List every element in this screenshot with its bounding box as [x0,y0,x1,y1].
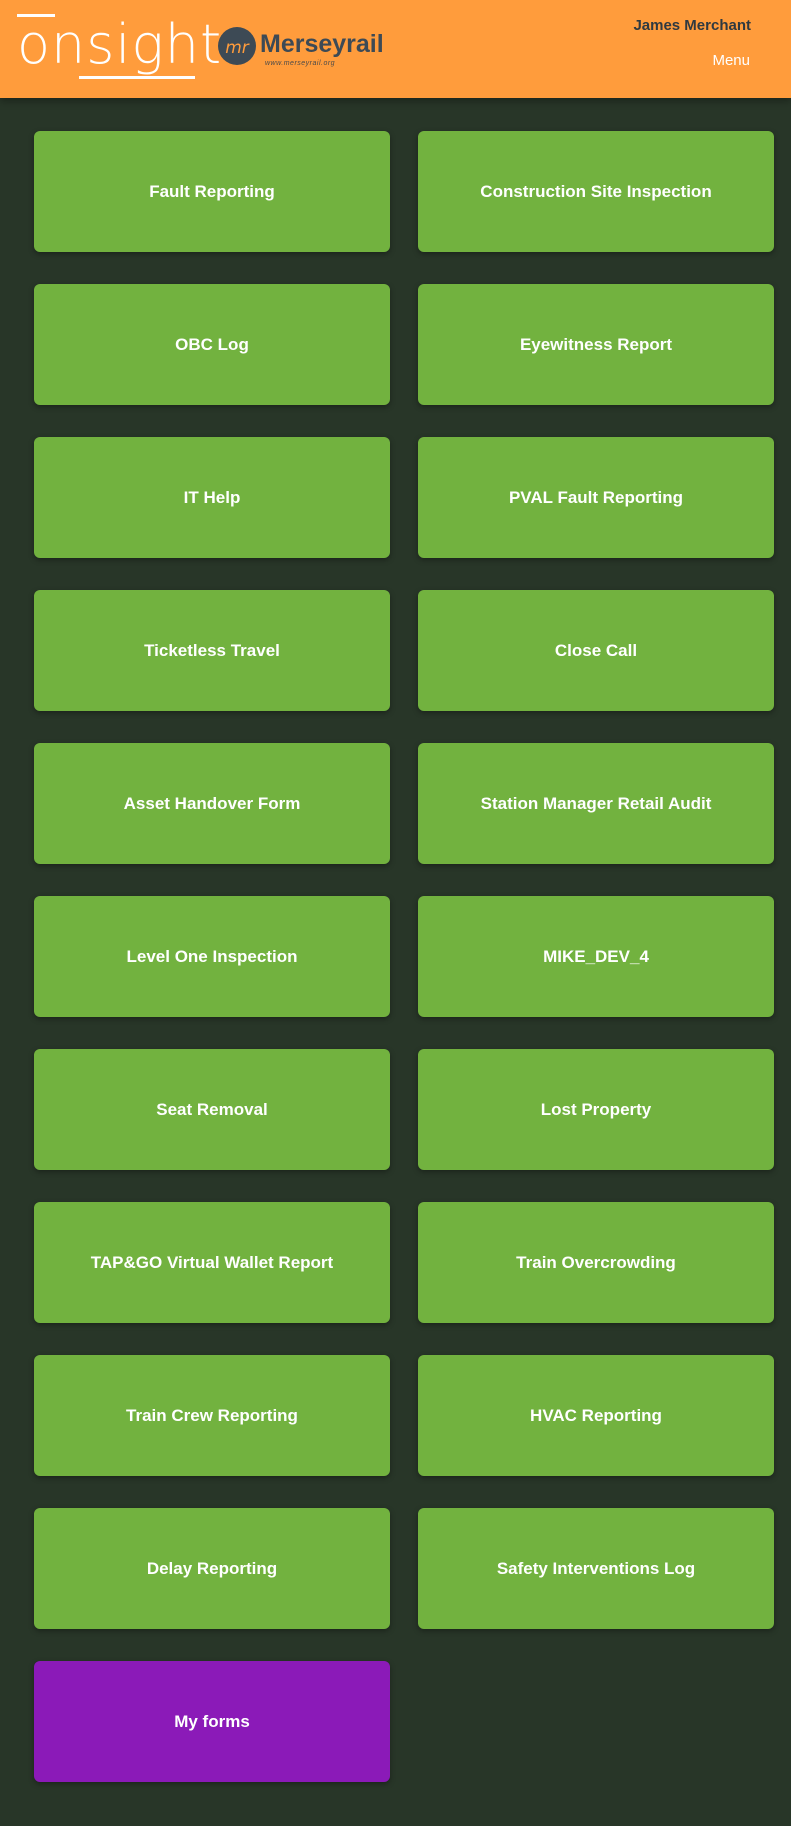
tile-close-call[interactable]: Close Call [418,590,774,711]
onsight-logo[interactable]: onsight [17,14,221,80]
merseyrail-logo-text: Merseyrail [260,30,384,58]
tile-safety-interventions-log[interactable]: Safety Interventions Log [418,1508,774,1629]
tile-station-manager-retail-audit[interactable]: Station Manager Retail Audit [418,743,774,864]
merseyrail-swirl-icon: mr [225,38,250,58]
tile-lost-property[interactable]: Lost Property [418,1049,774,1170]
tile-obc-log[interactable]: OBC Log [34,284,390,405]
tile-fault-reporting[interactable]: Fault Reporting [34,131,390,252]
tile-asset-handover-form[interactable]: Asset Handover Form [34,743,390,864]
logo-bar-bottom [79,76,195,79]
tile-it-help[interactable]: IT Help [34,437,390,558]
tile-delay-reporting[interactable]: Delay Reporting [34,1508,390,1629]
tile-train-overcrowding[interactable]: Train Overcrowding [418,1202,774,1323]
onsight-logo-text: onsight [17,13,223,76]
tile-hvac-reporting[interactable]: HVAC Reporting [418,1355,774,1476]
merseyrail-logo-mark: mr [218,27,256,65]
menu-button[interactable]: Menu [712,52,750,69]
tile-seat-removal[interactable]: Seat Removal [34,1049,390,1170]
tile-mike-dev-4[interactable]: MIKE_DEV_4 [418,896,774,1017]
tile-train-crew-reporting[interactable]: Train Crew Reporting [34,1355,390,1476]
user-name: James Merchant [633,17,751,34]
tile-eyewitness-report[interactable]: Eyewitness Report [418,284,774,405]
merseyrail-logo: mr Merseyrail www.merseyrail.org [218,27,398,71]
tile-my-forms[interactable]: My forms [34,1661,390,1782]
app-header: onsight mr Merseyrail www.merseyrail.org… [0,0,791,98]
forms-grid: Fault Reporting Construction Site Inspec… [34,131,774,1782]
tile-tapgo-virtual-wallet-report[interactable]: TAP&GO Virtual Wallet Report [34,1202,390,1323]
tile-construction-site-inspection[interactable]: Construction Site Inspection [418,131,774,252]
merseyrail-logo-mark-text: mr [225,38,250,58]
tile-level-one-inspection[interactable]: Level One Inspection [34,896,390,1017]
tile-pval-fault-reporting[interactable]: PVAL Fault Reporting [418,437,774,558]
merseyrail-tagline: www.merseyrail.org [265,60,336,67]
tile-ticketless-travel[interactable]: Ticketless Travel [34,590,390,711]
